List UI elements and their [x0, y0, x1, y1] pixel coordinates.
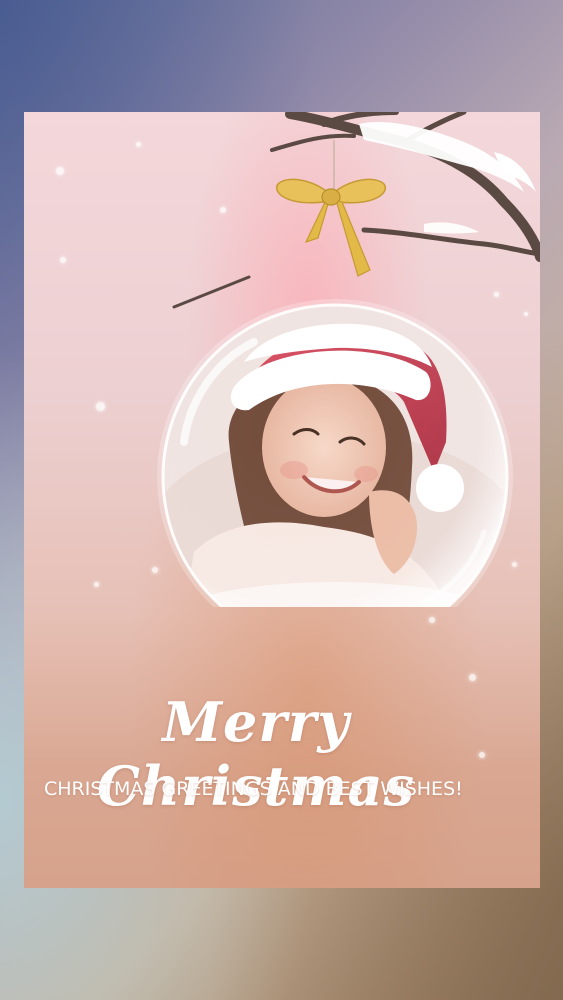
greeting-subtitle: CHRISTMAS GREETINGS AND BEST WISHES! [44, 778, 463, 800]
glass-ornament-image [157, 299, 513, 607]
greeting-card: Merry Christmas CHRISTMAS GREETINGS AND … [24, 112, 540, 888]
photo-ornament [154, 292, 516, 607]
gold-ribbon-bow [275, 178, 387, 277]
